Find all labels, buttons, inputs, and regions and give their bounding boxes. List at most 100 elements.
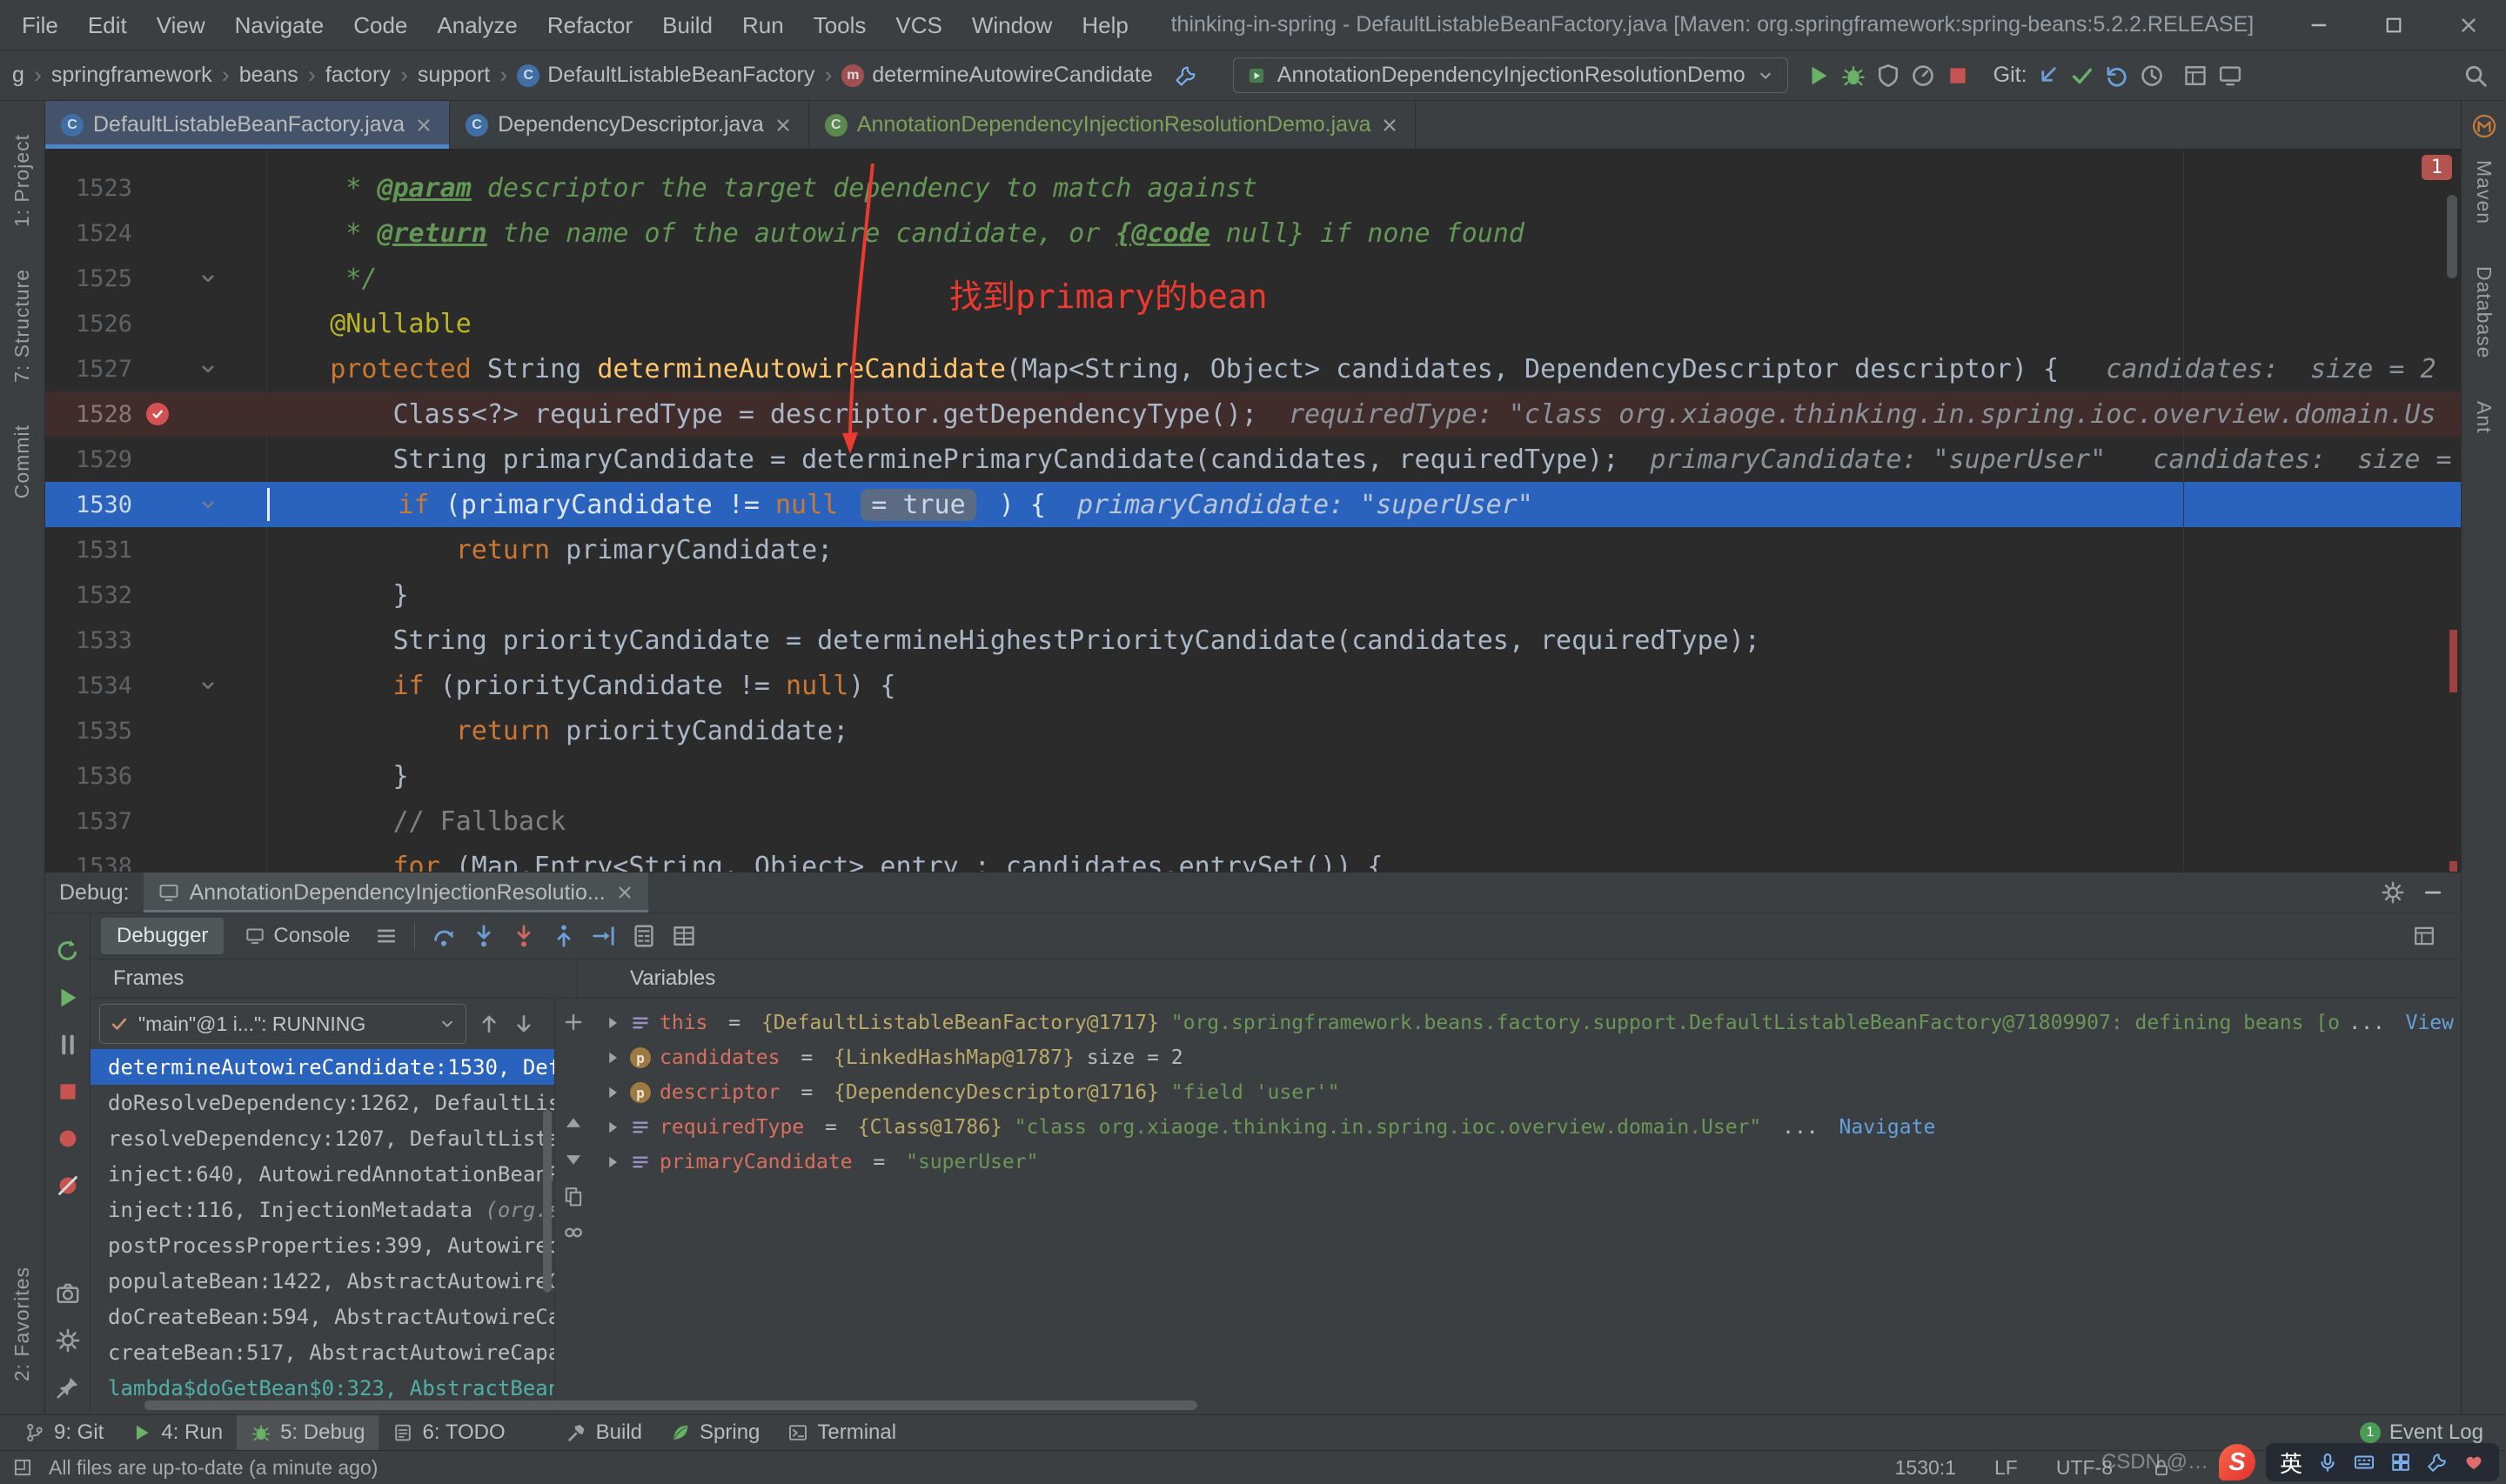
fold-icon[interactable] bbox=[198, 675, 218, 696]
resume-button[interactable] bbox=[55, 985, 81, 1011]
breadcrumb-item[interactable]: m determineAutowireCandidate bbox=[841, 63, 1153, 88]
restore-layout-icon[interactable] bbox=[2412, 924, 2436, 948]
step-out-button[interactable] bbox=[551, 923, 577, 949]
close-icon[interactable] bbox=[615, 883, 634, 902]
copy-icon[interactable] bbox=[562, 1185, 585, 1207]
menu-code[interactable]: Code bbox=[338, 1, 422, 50]
stop-debug-button[interactable] bbox=[55, 1079, 81, 1105]
toolwindow-button-terminal[interactable]: Terminal bbox=[774, 1415, 910, 1450]
run-with-coverage-button[interactable] bbox=[1875, 63, 1901, 89]
debug-settings-button[interactable] bbox=[55, 1327, 81, 1354]
rerun-debug-button[interactable] bbox=[55, 938, 81, 964]
event-log-button[interactable]: 1 Event Log bbox=[2359, 1420, 2496, 1445]
next-frame-icon[interactable] bbox=[512, 1012, 536, 1036]
menu-analyze[interactable]: Analyze bbox=[422, 1, 533, 50]
breadcrumb-item[interactable]: beans bbox=[239, 63, 298, 88]
tab-DefaultListableBeanFactory.java[interactable]: C DefaultListableBeanFactory.java bbox=[45, 101, 451, 149]
scroll-down-icon[interactable] bbox=[562, 1148, 585, 1171]
run-config-select[interactable]: AnnotationDependencyInjectionResolutionD… bbox=[1232, 57, 1788, 93]
sogou-logo[interactable]: S bbox=[2218, 1444, 2255, 1481]
variable-row[interactable]: requiredType = {Class@1786} "class org.x… bbox=[604, 1110, 2454, 1145]
tab-debugger[interactable]: Debugger bbox=[101, 918, 224, 954]
view-breakpoints-button[interactable] bbox=[55, 1126, 81, 1152]
profiler-button[interactable] bbox=[1910, 63, 1936, 89]
wrench-icon[interactable] bbox=[2426, 1451, 2449, 1474]
stripe-item-project[interactable]: 1: Project bbox=[10, 134, 34, 227]
pause-button[interactable] bbox=[55, 1032, 81, 1058]
stack-frame[interactable]: doCreateBean:594, AbstractAutowireCapa bbox=[90, 1299, 554, 1334]
commit-button[interactable] bbox=[2069, 63, 2095, 89]
expand-icon[interactable] bbox=[604, 1153, 621, 1171]
line-ending[interactable]: LF bbox=[1994, 1456, 2018, 1480]
maven-icon[interactable] bbox=[2471, 113, 2497, 139]
keyboard-icon[interactable] bbox=[2353, 1451, 2375, 1474]
variable-row[interactable]: primaryCandidate = "superUser" bbox=[604, 1145, 2454, 1180]
stack-frame[interactable]: inject:116, InjectionMetadata (org.sprin… bbox=[90, 1192, 554, 1227]
variable-row[interactable]: this = {DefaultListableBeanFactory@1717}… bbox=[604, 1006, 2454, 1040]
microphone-icon[interactable] bbox=[2316, 1451, 2339, 1474]
mute-breakpoints-button[interactable] bbox=[55, 1173, 81, 1199]
toolwindow-button-4run[interactable]: 4: Run bbox=[117, 1415, 237, 1450]
skin-icon[interactable] bbox=[2462, 1451, 2485, 1474]
variables-header[interactable]: Variables bbox=[578, 959, 2461, 998]
tab-close-icon[interactable] bbox=[1380, 116, 1399, 135]
stack-frame[interactable]: populateBean:1422, AbstractAutowireCap bbox=[90, 1263, 554, 1299]
menu-help[interactable]: Help bbox=[1067, 1, 1142, 50]
layout-menu-icon[interactable] bbox=[374, 924, 399, 948]
thread-dump-button[interactable] bbox=[55, 1280, 81, 1307]
menu-navigate[interactable]: Navigate bbox=[220, 1, 339, 50]
fold-icon[interactable] bbox=[198, 268, 218, 289]
stack-frame[interactable]: resolveDependency:1207, DefaultListable bbox=[90, 1120, 554, 1156]
stack-frame[interactable]: inject:640, AutowiredAnnotationBeanPost bbox=[90, 1156, 554, 1192]
previous-frame-icon[interactable] bbox=[477, 1012, 501, 1036]
tab-close-icon[interactable] bbox=[774, 116, 793, 135]
step-into-button[interactable] bbox=[471, 923, 497, 949]
frames-header[interactable]: Frames bbox=[90, 959, 578, 998]
view-as-table-button[interactable] bbox=[671, 923, 697, 949]
update-project-button[interactable] bbox=[2034, 63, 2060, 89]
menu-window[interactable]: Window bbox=[957, 1, 1067, 50]
gutter-icon-slot[interactable] bbox=[132, 391, 183, 437]
toolwindow-button-spring[interactable]: Spring bbox=[656, 1415, 774, 1450]
scroll-up-icon[interactable] bbox=[562, 1112, 585, 1134]
debug-button[interactable] bbox=[1840, 63, 1866, 89]
editor[interactable]: * that match the required type, as retur… bbox=[45, 150, 2461, 872]
caret-position[interactable]: 1530:1 bbox=[1895, 1456, 1956, 1480]
tab-DependencyDescriptor.java[interactable]: C DependencyDescriptor.java bbox=[450, 101, 809, 149]
stripe-item-commit[interactable]: Commit bbox=[10, 424, 34, 498]
editor-scrollbar[interactable] bbox=[2447, 195, 2457, 278]
stack-frame[interactable]: determineAutowireCandidate:1530, Defau bbox=[90, 1049, 554, 1085]
close-button[interactable] bbox=[2431, 1, 2506, 50]
status-message[interactable]: All files are up-to-date (a minute ago) bbox=[49, 1456, 378, 1480]
fold-slot[interactable] bbox=[183, 346, 233, 391]
tab-AnnotationDependencyInjectionResolutionDemo.java[interactable]: C AnnotationDependencyInjectionResolution… bbox=[809, 101, 1417, 149]
toolwindow-switcher-icon[interactable] bbox=[12, 1457, 33, 1478]
stripe-item-maven[interactable]: Maven bbox=[2472, 160, 2496, 224]
stripe-item-favorites[interactable]: 2: Favorites bbox=[10, 1267, 34, 1381]
fold-icon[interactable] bbox=[198, 358, 218, 379]
variable-row[interactable]: p candidates = {LinkedHashMap@1787} size … bbox=[604, 1040, 2454, 1075]
frames-scrollbar[interactable] bbox=[543, 1110, 552, 1293]
toolwindow-button-6todo[interactable]: 6: TODO bbox=[379, 1415, 519, 1450]
stripe-item-structure[interactable]: 7: Structure bbox=[10, 269, 34, 383]
watch-return-icon[interactable] bbox=[562, 1221, 585, 1244]
breadcrumb-item[interactable]: g bbox=[12, 63, 24, 88]
diff-button[interactable] bbox=[2182, 63, 2208, 89]
menu-refactor[interactable]: Refactor bbox=[533, 1, 647, 50]
stripe-item-ant[interactable]: Ant bbox=[2472, 401, 2496, 434]
stack-frame[interactable]: createBean:517, AbstractAutowireCapable bbox=[90, 1334, 554, 1370]
breadcrumb-item[interactable]: support bbox=[418, 63, 490, 88]
minimize-button[interactable] bbox=[2282, 1, 2356, 50]
error-badge[interactable]: 1 bbox=[2421, 155, 2452, 180]
pin-tab-button[interactable] bbox=[55, 1374, 81, 1400]
debug-hscrollbar[interactable] bbox=[144, 1400, 1197, 1410]
expand-icon[interactable] bbox=[604, 1084, 621, 1101]
gear-icon[interactable] bbox=[2381, 880, 2405, 905]
stop-button[interactable] bbox=[1945, 63, 1971, 89]
tab-close-icon[interactable] bbox=[414, 116, 433, 135]
hide-panel-icon[interactable] bbox=[2421, 880, 2445, 905]
search-icon[interactable] bbox=[2462, 63, 2489, 89]
menu-edit[interactable]: Edit bbox=[73, 1, 142, 50]
expand-icon[interactable] bbox=[604, 1119, 621, 1136]
thread-selector[interactable]: "main"@1 i...": RUNNING bbox=[99, 1004, 466, 1044]
